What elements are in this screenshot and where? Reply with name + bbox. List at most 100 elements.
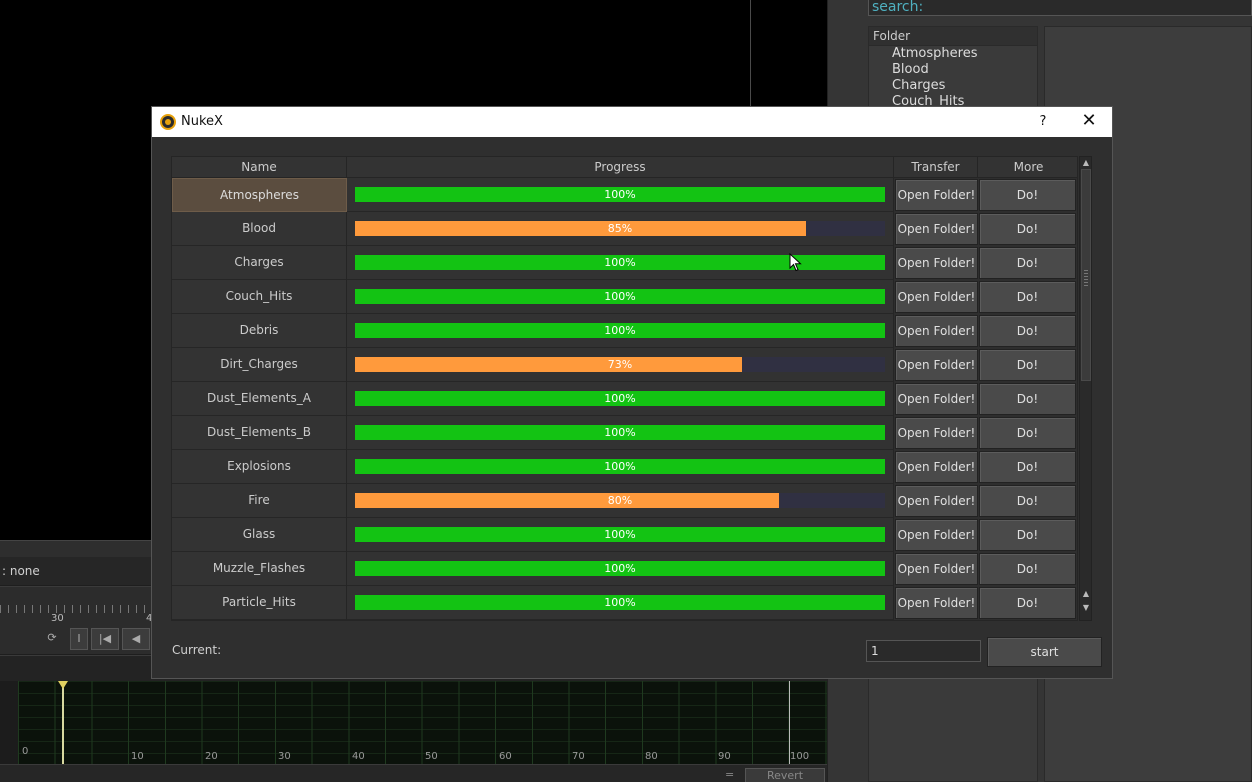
equals-label: = bbox=[725, 768, 735, 781]
open-folder-button[interactable]: Open Folder! bbox=[895, 349, 978, 381]
dialog-title: NukeX bbox=[181, 114, 223, 129]
row-progress-cell: 100% bbox=[347, 246, 894, 280]
column-header-progress[interactable]: Progress bbox=[347, 157, 894, 178]
curve-tick-label: 70 bbox=[572, 751, 585, 762]
end-frame-line bbox=[789, 681, 790, 764]
row-name[interactable]: Couch_Hits bbox=[172, 280, 347, 314]
playhead[interactable] bbox=[62, 681, 64, 764]
folder-item[interactable]: Atmospheres bbox=[869, 46, 1037, 62]
folder-item[interactable]: Blood bbox=[869, 62, 1037, 78]
curve-tick-label: 30 bbox=[278, 751, 291, 762]
previous-keyframe-button[interactable]: ◀ bbox=[122, 628, 150, 650]
progress-bar: 100% bbox=[355, 527, 885, 542]
do-button[interactable]: Do! bbox=[979, 349, 1076, 381]
do-button[interactable]: Do! bbox=[979, 417, 1076, 449]
progress-label: 80% bbox=[607, 494, 633, 507]
close-button[interactable]: ✕ bbox=[1072, 107, 1106, 137]
progress-bar: 100% bbox=[355, 561, 885, 576]
progress-label: 100% bbox=[604, 460, 636, 473]
curve-tick-label: 90 bbox=[718, 751, 731, 762]
open-folder-button[interactable]: Open Folder! bbox=[895, 417, 978, 449]
row-name[interactable]: Atmospheres bbox=[172, 178, 347, 212]
curve-tick-label: 40 bbox=[352, 751, 365, 762]
frame-ruler[interactable]: 30 4 bbox=[0, 586, 152, 626]
do-button[interactable]: Do! bbox=[979, 383, 1076, 415]
row-name[interactable]: Muzzle_Flashes bbox=[172, 552, 347, 586]
progress-bar: 100% bbox=[355, 187, 885, 202]
row-name[interactable]: Debris bbox=[172, 314, 347, 348]
row-name[interactable]: Charges bbox=[172, 246, 347, 280]
open-folder-button[interactable]: Open Folder! bbox=[895, 213, 978, 245]
do-button[interactable]: Do! bbox=[979, 213, 1076, 245]
progress-bar: 100% bbox=[355, 459, 885, 474]
table-row: Explosions 100% Open Folder! Do! bbox=[172, 450, 1077, 484]
folder-tree-header[interactable]: Folder bbox=[869, 27, 1037, 46]
row-progress-cell: 100% bbox=[347, 552, 894, 586]
scrollbar-thumb[interactable] bbox=[1081, 169, 1091, 381]
nukex-dialog: NukeX ? ✕ Name Progress Transfer More At… bbox=[152, 107, 1112, 678]
row-name[interactable]: Dirt_Charges bbox=[172, 348, 347, 382]
open-folder-button[interactable]: Open Folder! bbox=[895, 485, 978, 517]
table-row: Blood 85% Open Folder! Do! bbox=[172, 212, 1077, 246]
column-header-name[interactable]: Name bbox=[172, 157, 347, 178]
help-button[interactable]: ? bbox=[1028, 107, 1058, 137]
table-row: Dust_Elements_A 100% Open Folder! Do! bbox=[172, 382, 1077, 416]
scrollbar-grip bbox=[1084, 270, 1088, 286]
dialog-titlebar[interactable]: NukeX ? ✕ bbox=[152, 107, 1112, 137]
column-header-transfer[interactable]: Transfer bbox=[894, 157, 978, 178]
open-folder-button[interactable]: Open Folder! bbox=[895, 281, 978, 313]
curve-editor-graph[interactable]: 10 20 30 40 50 60 70 80 90 100 bbox=[18, 681, 827, 764]
search-field[interactable]: search: bbox=[868, 0, 1252, 16]
start-button[interactable]: start bbox=[987, 637, 1102, 667]
table-scrollbar[interactable]: ▲ ▲ ▼ bbox=[1079, 156, 1092, 621]
in-point-button[interactable]: I bbox=[70, 628, 88, 650]
progress-bar: 80% bbox=[355, 493, 885, 508]
loop-mode-icon[interactable]: ⟳ bbox=[40, 628, 64, 650]
open-folder-button[interactable]: Open Folder! bbox=[895, 519, 978, 551]
table-row: Glass 100% Open Folder! Do! bbox=[172, 518, 1077, 552]
do-button[interactable]: Do! bbox=[979, 519, 1076, 551]
current-label: Current: bbox=[172, 643, 222, 657]
table-row: Muzzle_Flashes 100% Open Folder! Do! bbox=[172, 552, 1077, 586]
table-row: Particle_Hits 100% Open Folder! Do! bbox=[172, 586, 1077, 620]
progress-label: 100% bbox=[604, 562, 636, 575]
open-folder-button[interactable]: Open Folder! bbox=[895, 315, 978, 347]
row-name[interactable]: Dust_Elements_B bbox=[172, 416, 347, 450]
folder-item[interactable]: Charges bbox=[869, 78, 1037, 94]
ruler-label: 30 bbox=[51, 613, 64, 624]
do-button[interactable]: Do! bbox=[979, 485, 1076, 517]
revert-button[interactable]: Revert bbox=[745, 768, 825, 782]
count-input[interactable] bbox=[866, 640, 981, 662]
row-progress-cell: 100% bbox=[347, 382, 894, 416]
row-name[interactable]: Dust_Elements_A bbox=[172, 382, 347, 416]
row-name[interactable]: Explosions bbox=[172, 450, 347, 484]
progress-bar: 100% bbox=[355, 289, 885, 304]
bottom-bar bbox=[0, 764, 827, 782]
open-folder-button[interactable]: Open Folder! bbox=[895, 451, 978, 483]
do-button[interactable]: Do! bbox=[979, 315, 1076, 347]
row-progress-cell: 100% bbox=[347, 518, 894, 552]
open-folder-button[interactable]: Open Folder! bbox=[895, 383, 978, 415]
open-folder-button[interactable]: Open Folder! bbox=[895, 553, 978, 585]
first-frame-button[interactable]: |◀ bbox=[91, 628, 119, 650]
do-button[interactable]: Do! bbox=[979, 451, 1076, 483]
open-folder-button[interactable]: Open Folder! bbox=[895, 247, 978, 279]
scroll-up-icon[interactable]: ▲ bbox=[1081, 589, 1091, 599]
do-button[interactable]: Do! bbox=[979, 247, 1076, 279]
row-name[interactable]: Particle_Hits bbox=[172, 586, 347, 620]
row-name[interactable]: Fire bbox=[172, 484, 347, 518]
row-progress-cell: 100% bbox=[347, 314, 894, 348]
do-button[interactable]: Do! bbox=[979, 587, 1076, 619]
do-button[interactable]: Do! bbox=[979, 281, 1076, 313]
curve-tick-label: 10 bbox=[131, 751, 144, 762]
scroll-down-icon[interactable]: ▼ bbox=[1081, 603, 1091, 613]
do-button[interactable]: Do! bbox=[979, 553, 1076, 585]
row-name[interactable]: Blood bbox=[172, 212, 347, 246]
playhead-marker-icon[interactable] bbox=[58, 681, 68, 689]
row-name[interactable]: Glass bbox=[172, 518, 347, 552]
scroll-up-icon[interactable]: ▲ bbox=[1081, 158, 1091, 168]
column-header-more[interactable]: More bbox=[978, 157, 1077, 178]
do-button[interactable]: Do! bbox=[979, 179, 1076, 211]
open-folder-button[interactable]: Open Folder! bbox=[895, 179, 978, 211]
open-folder-button[interactable]: Open Folder! bbox=[895, 587, 978, 619]
